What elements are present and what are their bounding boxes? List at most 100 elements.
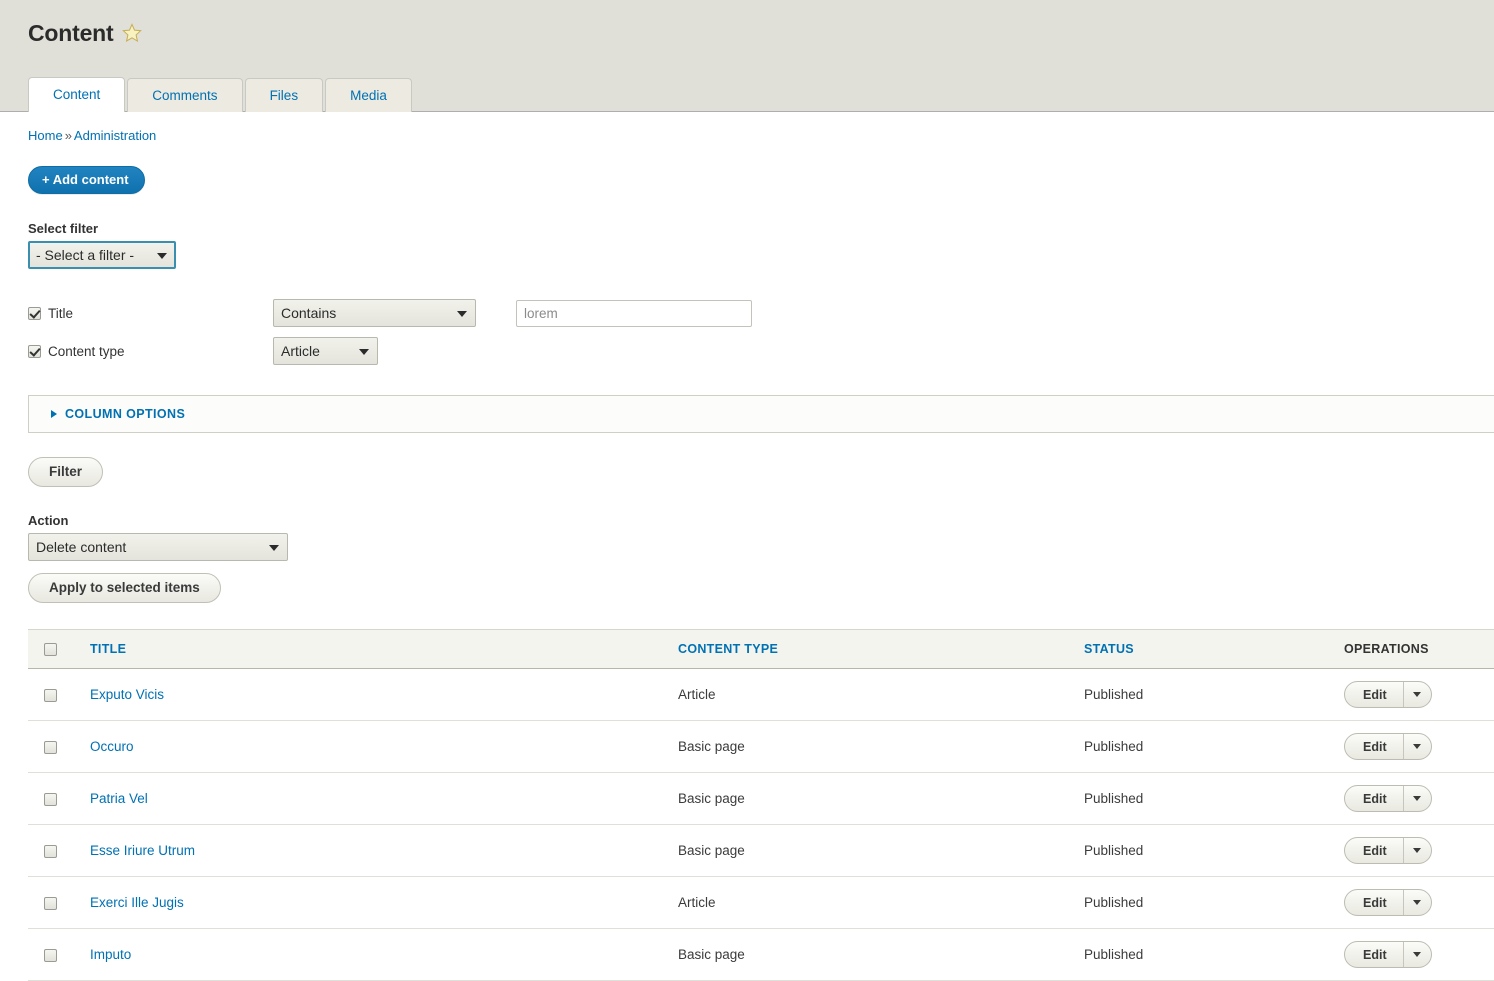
row-select-checkbox[interactable]: [44, 741, 57, 755]
action-dropdown[interactable]: Delete content: [28, 533, 288, 561]
row-status: Published: [1084, 824, 1344, 878]
tab-comments[interactable]: Comments: [127, 78, 243, 112]
row-content-type: Basic page: [678, 824, 1084, 878]
row-title-link[interactable]: Esse Iriure Utrum: [90, 843, 195, 858]
chevron-down-icon: [1413, 848, 1422, 854]
row-status: Published: [1084, 720, 1344, 774]
edit-dropdown-toggle[interactable]: [1402, 786, 1431, 812]
content-table-wrapper: TITLE CONTENT TYPE STATUS OPERATIONS Exp…: [28, 629, 1494, 981]
row-title-link[interactable]: Patria Vel: [90, 791, 148, 806]
breadcrumb-item-administration[interactable]: Administration: [74, 128, 156, 143]
action-region: Action Delete content: [0, 513, 1494, 561]
edit-dropbutton[interactable]: Edit: [1344, 889, 1432, 917]
edit-dropbutton[interactable]: Edit: [1344, 681, 1432, 709]
row-select-checkbox[interactable]: [44, 897, 57, 911]
add-content-row: + Add content: [0, 143, 1494, 194]
breadcrumb-item-home[interactable]: Home: [28, 128, 63, 143]
filter-title-checkbox[interactable]: [28, 306, 41, 320]
table-row: Imputo Basic page Published Edit: [28, 928, 1494, 981]
edit-button[interactable]: Edit: [1345, 838, 1403, 863]
edit-button[interactable]: Edit: [1345, 890, 1403, 915]
content-table-body: Exputo Vicis Article Published Edit Occuro Ba…: [28, 668, 1494, 981]
row-operations-cell: Edit: [1344, 876, 1494, 930]
chevron-down-icon: [1413, 744, 1422, 750]
filter-button[interactable]: Filter: [28, 457, 104, 487]
chevron-down-icon: [1413, 900, 1422, 906]
content-table-head: TITLE CONTENT TYPE STATUS OPERATIONS: [28, 629, 1494, 670]
header-content-type[interactable]: CONTENT TYPE: [678, 629, 1084, 670]
filter-title-value-cell: [516, 299, 752, 327]
edit-dropdown-toggle[interactable]: [1402, 734, 1431, 760]
row-content-type: Basic page: [678, 772, 1084, 826]
row-content-type: Basic page: [678, 720, 1084, 774]
edit-button[interactable]: Edit: [1345, 942, 1403, 967]
filter-content-type-label: Content type: [48, 343, 125, 359]
row-title-link[interactable]: Imputo: [90, 947, 131, 962]
edit-dropbutton[interactable]: Edit: [1344, 837, 1432, 865]
select-filter-wrapper: - Select a filter -: [28, 241, 176, 269]
table-row: Patria Vel Basic page Published Edit: [28, 772, 1494, 826]
action-select-wrapper: Delete content: [28, 533, 288, 561]
star-icon[interactable]: [122, 23, 143, 45]
row-title-link[interactable]: Exerci Ille Jugis: [90, 895, 184, 910]
tab-media-label: Media: [350, 88, 387, 103]
edit-dropbutton[interactable]: Edit: [1344, 785, 1432, 813]
edit-dropdown-toggle[interactable]: [1402, 838, 1431, 864]
edit-button[interactable]: Edit: [1345, 786, 1403, 811]
add-content-button[interactable]: + Add content: [28, 166, 145, 194]
table-row: Occuro Basic page Published Edit: [28, 720, 1494, 774]
row-select-cell: [28, 720, 90, 774]
column-options-summary[interactable]: COLUMN OPTIONS: [51, 407, 1494, 421]
row-select-checkbox[interactable]: [44, 793, 57, 807]
header-title[interactable]: TITLE: [90, 629, 678, 670]
filter-content-type-checkbox-cell: Content type: [28, 344, 273, 359]
column-options-details[interactable]: COLUMN OPTIONS: [28, 395, 1494, 433]
filter-content-type-checkbox[interactable]: [28, 344, 41, 358]
row-content-type: Basic page: [678, 928, 1084, 981]
action-label: Action: [28, 513, 69, 528]
row-status: Published: [1084, 772, 1344, 826]
row-content-type: Article: [678, 876, 1084, 930]
row-content-type: Article: [678, 668, 1084, 722]
row-select-checkbox[interactable]: [44, 689, 57, 703]
filter-form: Select filter - Select a filter - Title …: [0, 221, 1494, 365]
row-title-link[interactable]: Exputo Vicis: [90, 687, 164, 702]
edit-dropdown-toggle[interactable]: [1402, 942, 1431, 968]
chevron-right-icon: [51, 410, 57, 418]
filter-title-operator-dropdown[interactable]: Contains: [273, 299, 476, 327]
row-operations-cell: Edit: [1344, 668, 1494, 722]
row-title-link[interactable]: Occuro: [90, 739, 134, 754]
filter-content-type-wrapper: Article: [273, 337, 378, 365]
edit-dropbutton[interactable]: Edit: [1344, 941, 1432, 969]
header-status[interactable]: STATUS: [1084, 629, 1344, 670]
page-title: Content: [28, 20, 114, 46]
row-title-cell: Exerci Ille Jugis: [90, 876, 678, 930]
row-operations-cell: Edit: [1344, 772, 1494, 826]
edit-button[interactable]: Edit: [1345, 682, 1403, 707]
breadcrumb: Home» Administration: [0, 112, 1494, 143]
tab-content[interactable]: Content: [28, 77, 126, 112]
tab-media[interactable]: Media: [325, 78, 412, 112]
edit-dropbutton[interactable]: Edit: [1344, 733, 1432, 761]
select-all-header-cell: [28, 629, 90, 670]
row-select-cell: [28, 668, 90, 722]
filter-title-text-input[interactable]: [516, 299, 752, 327]
row-status: Published: [1084, 668, 1344, 722]
filter-title-operator-wrapper: Contains: [273, 299, 476, 327]
select-all-checkbox[interactable]: [44, 643, 57, 657]
edit-button[interactable]: Edit: [1345, 734, 1403, 759]
row-select-cell: [28, 876, 90, 930]
row-title-cell: Patria Vel: [90, 772, 678, 826]
row-title-cell: Imputo: [90, 928, 678, 981]
apply-to-selected-items-button[interactable]: Apply to selected items: [28, 573, 221, 603]
tab-files[interactable]: Files: [244, 78, 324, 112]
select-filter-dropdown[interactable]: - Select a filter -: [28, 241, 176, 269]
filter-content-type-dropdown[interactable]: Article: [273, 337, 378, 365]
edit-dropdown-toggle[interactable]: [1402, 682, 1431, 708]
tab-comments-label: Comments: [152, 88, 218, 103]
row-select-checkbox[interactable]: [44, 845, 57, 859]
row-select-checkbox[interactable]: [44, 949, 57, 963]
filter-conditions: Title Contains Content type: [28, 299, 1494, 365]
edit-dropdown-toggle[interactable]: [1402, 890, 1431, 916]
row-select-cell: [28, 824, 90, 878]
